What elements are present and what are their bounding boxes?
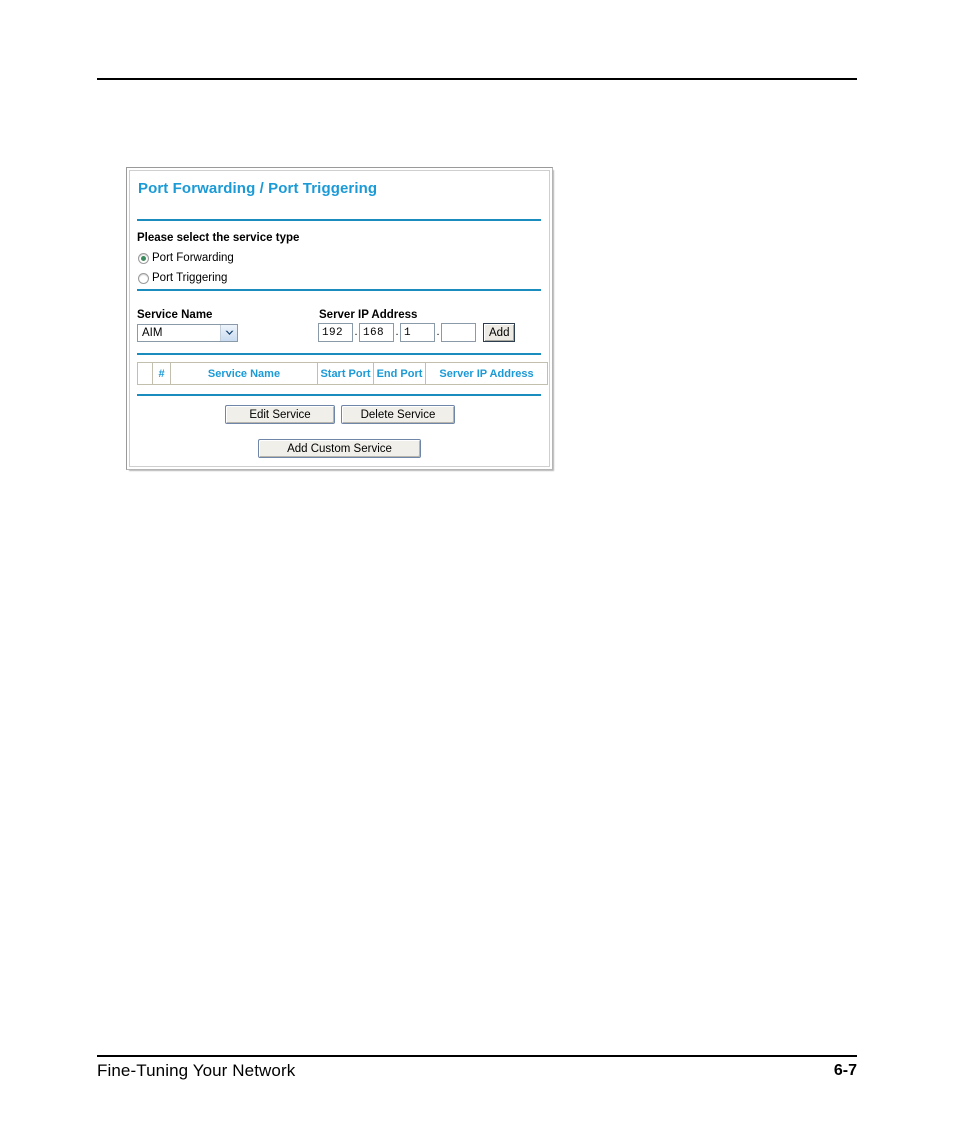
- edit-service-button[interactable]: Edit Service: [225, 405, 335, 424]
- radio-option-port-forwarding[interactable]: Port Forwarding: [138, 252, 234, 264]
- ip-octet-3-input[interactable]: 1: [400, 323, 435, 342]
- table-header-start-port: Start Port: [318, 363, 374, 384]
- radio-port-triggering-icon[interactable]: [138, 272, 149, 284]
- delete-service-button[interactable]: Delete Service: [341, 405, 455, 424]
- add-custom-service-button[interactable]: Add Custom Service: [258, 439, 421, 458]
- divider-rule-table: [137, 394, 541, 396]
- server-ip-label: Server IP Address: [319, 309, 418, 321]
- radio-port-forwarding-label: Port Forwarding: [152, 252, 234, 264]
- service-name-selected-value: AIM: [142, 327, 163, 339]
- table-header-end-port: End Port: [374, 363, 426, 384]
- radio-port-triggering-label: Port Triggering: [152, 272, 228, 284]
- page-header-rule: [97, 78, 857, 80]
- service-name-select[interactable]: AIM: [137, 324, 238, 342]
- table-header-server-ip: Server IP Address: [439, 367, 534, 380]
- table-header-number: #: [153, 363, 171, 384]
- server-ip-input-group: 192 . 168 . 1 . Add: [318, 323, 516, 342]
- service-table: # Service Name Start Port End Port Serve…: [137, 362, 548, 385]
- radio-option-port-triggering[interactable]: Port Triggering: [138, 272, 227, 284]
- add-button[interactable]: Add: [483, 323, 516, 342]
- service-type-label: Please select the service type: [137, 232, 300, 244]
- ip-octet-2-input[interactable]: 168: [359, 323, 394, 342]
- ip-octet-4-input[interactable]: [441, 323, 476, 342]
- panel-inner-frame: Port Forwarding / Port Triggering Please…: [129, 170, 550, 467]
- chevron-down-icon[interactable]: [220, 325, 237, 341]
- page-footer-rule: [97, 1055, 857, 1057]
- port-forwarding-panel: Port Forwarding / Port Triggering Please…: [126, 167, 553, 470]
- page-title: Port Forwarding / Port Triggering: [138, 180, 378, 197]
- table-header-select: [138, 363, 153, 384]
- divider-rule-top: [137, 219, 541, 221]
- ip-octet-1-input[interactable]: 192: [318, 323, 353, 342]
- table-header-service-name: Service Name: [171, 363, 318, 384]
- divider-rule-form: [137, 353, 541, 355]
- service-name-label: Service Name: [137, 309, 213, 321]
- divider-rule-service-type: [137, 289, 541, 291]
- footer-page-number: 6-7: [833, 1062, 857, 1079]
- radio-port-forwarding-icon[interactable]: [138, 252, 149, 264]
